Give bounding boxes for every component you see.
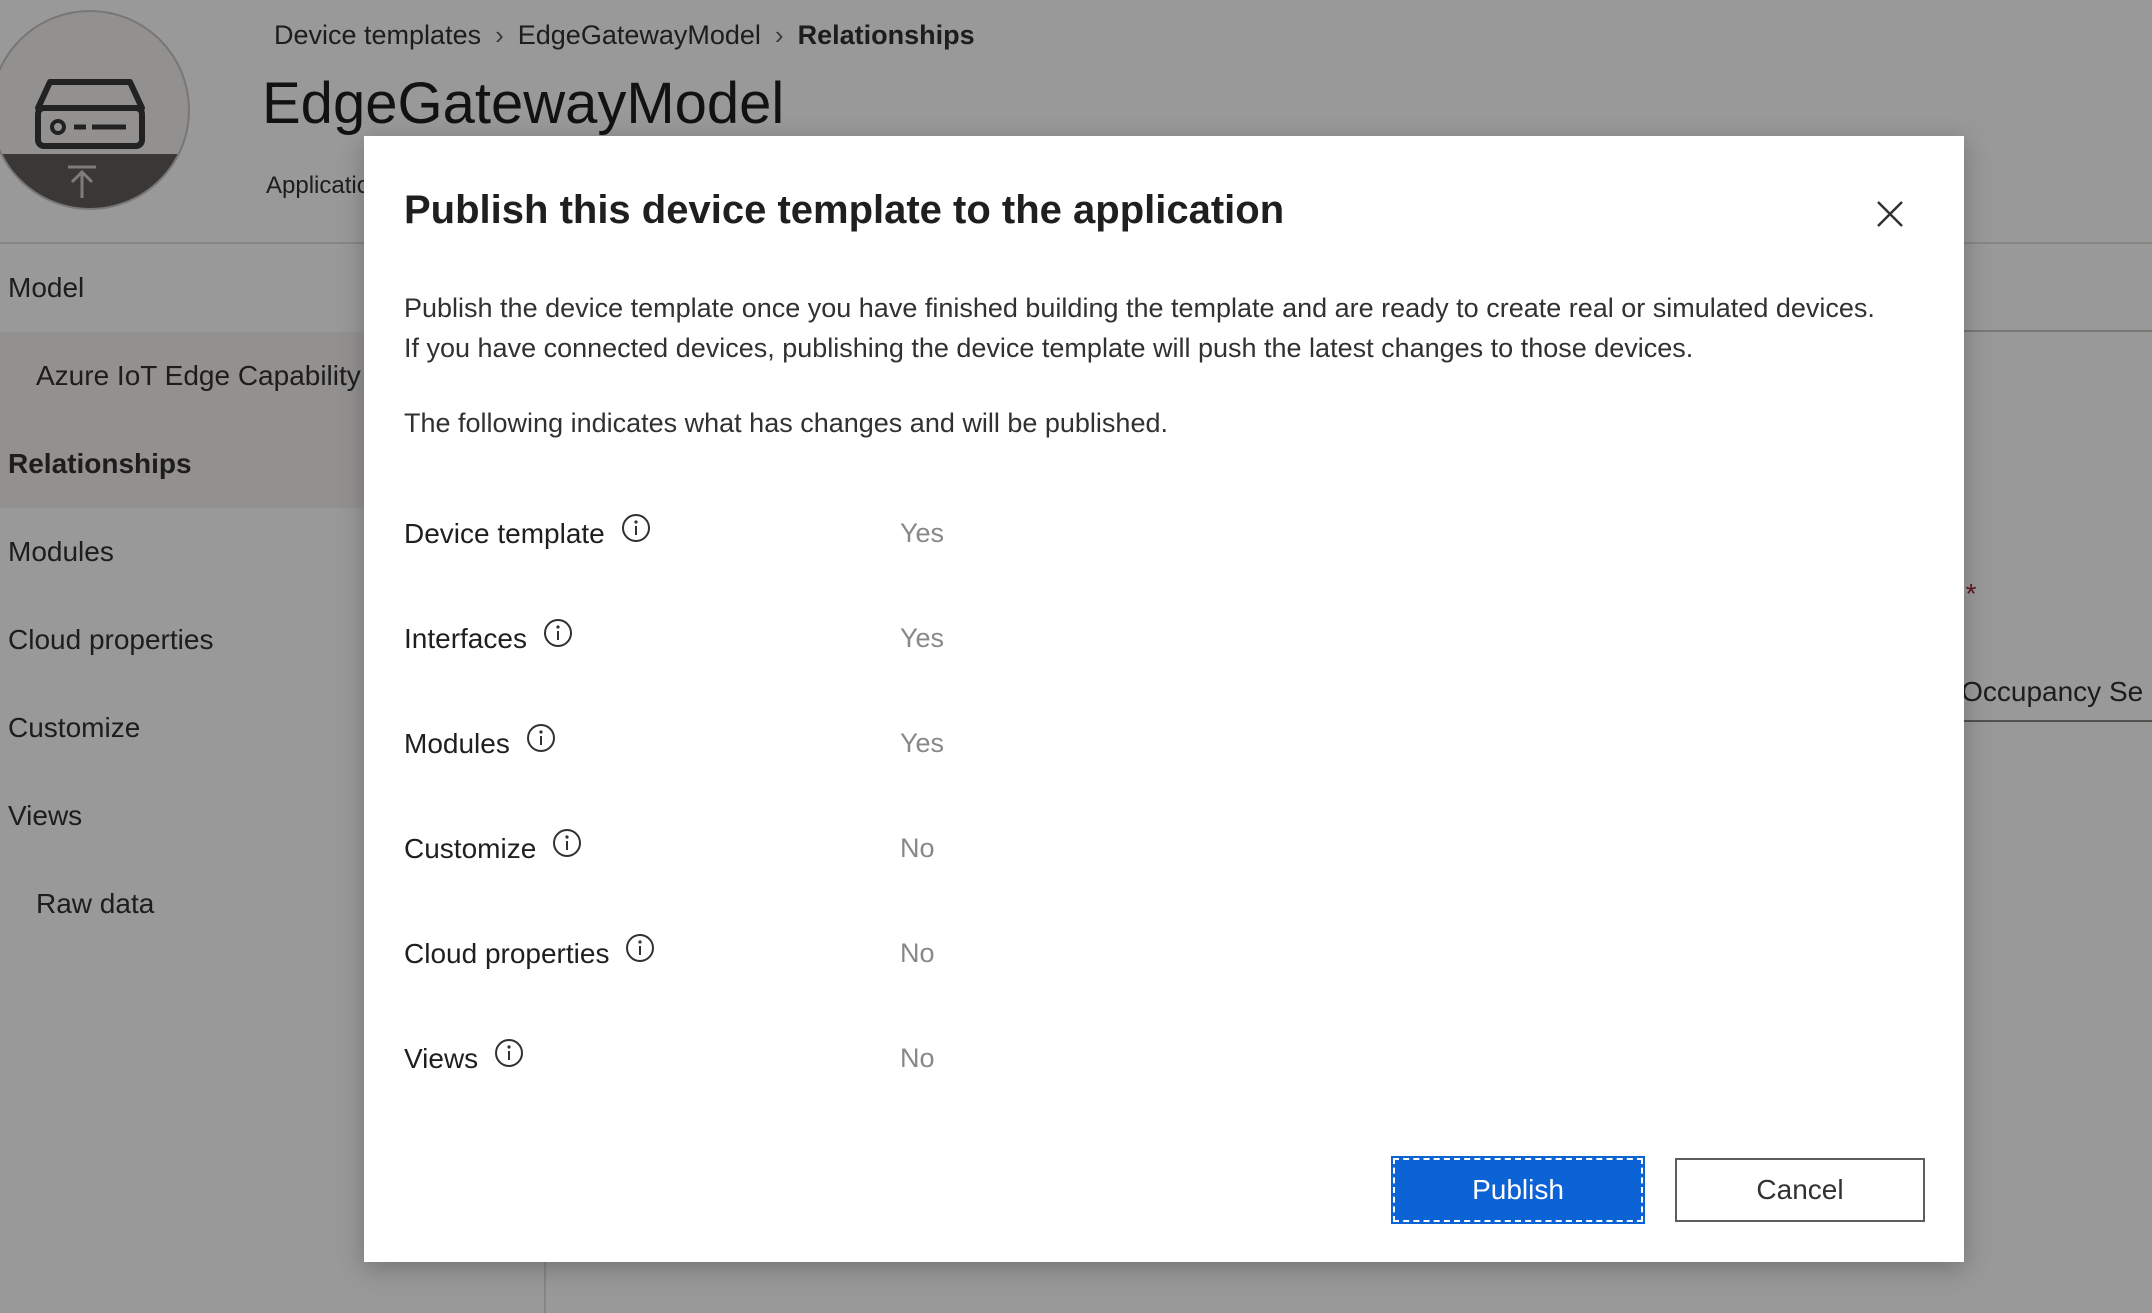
close-button[interactable] (1870, 194, 1910, 234)
row-label: Cloud properties (404, 938, 610, 969)
row-value: Yes (900, 623, 945, 653)
info-circle-icon[interactable] (494, 1038, 524, 1068)
change-row-views: Views No (404, 1029, 1404, 1089)
publish-dialog: Publish this device template to the appl… (364, 136, 1964, 1262)
row-label: Modules (404, 728, 510, 759)
row-label: Interfaces (404, 623, 527, 654)
row-value: No (900, 1043, 935, 1073)
cancel-button[interactable]: Cancel (1675, 1158, 1925, 1222)
close-icon (1877, 201, 1903, 227)
change-row-modules: Modules Yes (404, 714, 1404, 774)
change-row-customize: Customize No (404, 819, 1404, 879)
info-circle-icon[interactable] (526, 723, 556, 753)
info-circle-icon[interactable] (625, 933, 655, 963)
row-value: No (900, 938, 935, 968)
dialog-note: The following indicates what has changes… (404, 408, 1168, 438)
change-row-device-template: Device template Yes (404, 504, 1404, 564)
info-circle-icon[interactable] (543, 618, 573, 648)
row-label: Views (404, 1043, 479, 1074)
info-circle-icon[interactable] (621, 513, 651, 543)
row-value: Yes (900, 518, 945, 548)
info-circle-icon[interactable] (552, 828, 582, 858)
dialog-description: Publish the device template once you hav… (404, 288, 1944, 368)
change-row-cloud-properties: Cloud properties No (404, 924, 1404, 984)
publish-button[interactable]: Publish (1391, 1156, 1645, 1224)
description-line-1: Publish the device template once you hav… (404, 293, 1875, 323)
description-line-2: If you have connected devices, publishin… (404, 333, 1694, 363)
row-value: No (900, 833, 935, 863)
row-label: Customize (404, 833, 537, 864)
dialog-title: Publish this device template to the appl… (404, 188, 1285, 232)
change-row-interfaces: Interfaces Yes (404, 609, 1404, 669)
row-label: Device template (404, 518, 605, 549)
row-value: Yes (900, 728, 945, 758)
